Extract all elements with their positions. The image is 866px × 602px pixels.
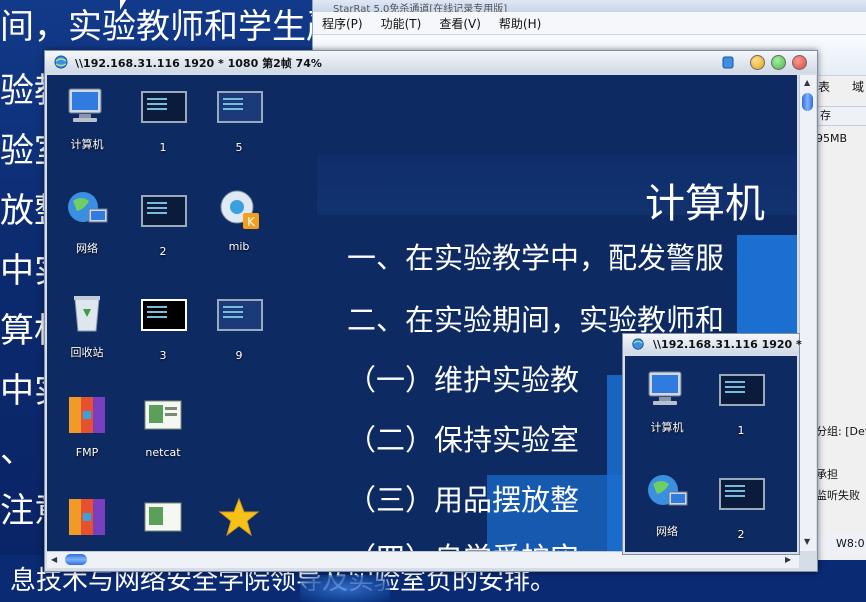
globe-icon [54,55,68,69]
menu-help[interactable]: 帮助(H) [490,15,550,32]
desktop-icon-network[interactable]: 网络 [629,470,705,539]
network-globe-icon [648,475,688,506]
remote-window-2-title: \\192.168.31.116 1920 * [653,338,802,351]
terminal-thumb-icon [719,478,765,522]
maximize-button[interactable] [771,55,786,70]
network-globe-icon [68,192,108,223]
vertical-scrollbar[interactable]: ▲ ▼ [799,75,816,551]
desktop-icon-computer[interactable]: 计算机 [629,366,705,435]
mouse-cursor-icon [120,0,126,10]
scroll-right-arrow-icon[interactable]: ▶ [785,555,791,564]
computer-icon [648,371,682,405]
desktop-icon-mib[interactable]: K mib [201,187,277,253]
desktop-thumb-icon [217,91,263,135]
desktop-icon-netcat-2[interactable] [125,495,201,548]
star-icon [218,497,260,537]
desktop-icon-netcat[interactable]: netcat [125,393,201,459]
bg-text-line: 间，实验教师和学生严 [0,7,340,47]
desktop-icon-recycle-bin[interactable]: 回收站 [49,291,125,360]
slide-title: 计算机 [645,181,765,227]
toolbar-label[interactable]: 表 [818,78,830,95]
globe-icon [632,338,644,350]
terminal-thumb-icon [141,91,187,135]
desktop-icon-9[interactable]: 9 [201,291,277,362]
remote-screen-2[interactable]: 计算机 1 网络 2 [625,356,797,552]
table-cell: 95MB [816,132,848,145]
status-bar: W8:0 [816,533,866,555]
netcat-icon [144,400,182,430]
desktop-icon-5[interactable]: 5 [201,83,277,154]
desktop-icon-1[interactable]: 1 [703,366,779,437]
back-window-title: StarRat 5.0免杀通道[在线记录专用版] [313,0,866,12]
svg-text:K: K [247,215,256,229]
toolbar-label[interactable]: 域 [852,78,864,95]
scroll-left-arrow-icon[interactable]: ◀ [51,555,57,564]
netcat-icon [144,502,182,532]
slide-line: （四）自觉爱护实 [347,535,579,551]
remote-window-titlebar[interactable]: \\192.168.31.116 1920 * 1080 第2帧 74% [45,51,817,73]
mib-app-icon: K [220,190,259,229]
pin-icon[interactable] [721,54,735,70]
menu-view[interactable]: 查看(V) [430,15,490,32]
desktop-icon-2[interactable]: 2 [703,470,779,541]
desktop-icon-fmp[interactable]: FMP [49,393,125,459]
fmp-app-icon [69,499,105,535]
desktop-icon-1[interactable]: 1 [125,83,201,154]
log-cell: 承担 [816,468,838,481]
remote-window-title: \\192.168.31.116 1920 * 1080 第2帧 74% [75,57,322,70]
remote-desktop-window-2[interactable]: \\192.168.31.116 1920 * 计算机 1 网络 2 [622,333,802,555]
column-header[interactable]: 存 [816,106,866,126]
slide-line: 一、在实验教学中，配发警服 [347,241,725,275]
desktop-icon-computer[interactable]: 计算机 [49,83,125,152]
desktop-thumb-icon [217,299,263,343]
desktop-icon-2[interactable]: 2 [125,187,201,258]
desktop-icon-3[interactable]: 3 [125,291,201,362]
bg-text-line: 、 [0,431,34,471]
minimize-button[interactable] [750,55,765,70]
menu-function[interactable]: 功能(T) [372,15,431,32]
menu-program[interactable]: 程序(P) [313,15,372,32]
terminal-thumb-icon [141,195,187,239]
terminal-thumb-icon [719,374,765,418]
terminal-thumb-icon [141,299,187,343]
slide-line: （三）用品摆放整 [347,483,580,517]
slide-line: （一）维护实验教 [347,363,580,397]
scroll-down-arrow-icon[interactable]: ▼ [804,537,810,546]
desktop-icon-network[interactable]: 网络 [49,187,125,256]
fmp-app-icon [69,397,105,433]
desktop-icon-fmp-2[interactable] [49,495,125,548]
remote-window-2-titlebar[interactable]: \\192.168.31.116 1920 * [623,334,802,354]
scroll-up-arrow-icon[interactable]: ▲ [804,78,810,87]
log-cell: 分组: [Def [816,425,866,438]
log-cell: 监听失败 [816,489,860,502]
slide-line: （二）保持实验室 [347,423,580,457]
computer-icon [68,88,102,122]
recycle-bin-icon [74,296,100,332]
windows-logo-icon [300,575,390,602]
desktop-icon-star[interactable] [201,495,277,548]
horizontal-scroll-thumb[interactable] [65,554,87,565]
back-menu-bar: 程序(P) 功能(T) 查看(V) 帮助(H) [313,12,866,35]
close-button[interactable] [792,55,807,70]
vertical-scroll-thumb[interactable] [802,93,813,111]
